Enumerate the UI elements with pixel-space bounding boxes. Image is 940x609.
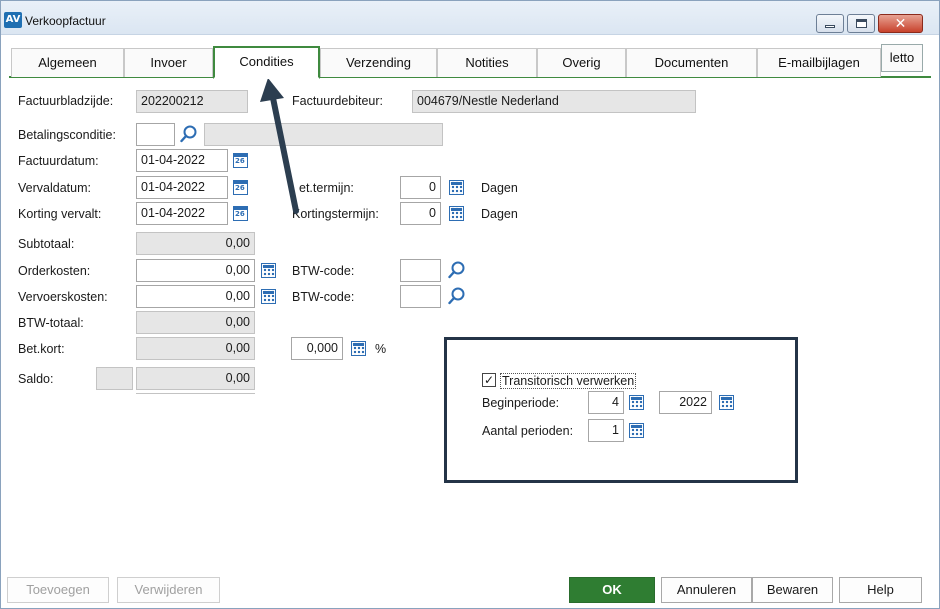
saldo-prefix-field [96,367,133,390]
btw-code-input[interactable] [400,285,441,308]
help-button[interactable]: Help [839,577,922,603]
factuurdebiteur-field: 004679/Nestle Nederland [412,90,696,113]
beginperiode-input[interactable]: 4 [588,391,624,414]
tab-condities[interactable]: Condities [213,46,320,79]
app-logo-icon: AV [4,12,22,28]
maximize-button[interactable] [847,14,875,33]
tab-overig[interactable]: Overig [537,48,626,77]
btw-code-input[interactable] [400,259,441,282]
calendar-icon[interactable]: 26 [233,206,248,221]
factuurdatum-label: Factuurdatum: [18,154,99,168]
factuurbladzijde-field: 202200212 [136,90,248,113]
kortingstermijn-unit: Dagen [481,207,518,221]
transitorisch-checkbox[interactable]: ✓ [482,373,496,387]
factuurbladzijde-label: Factuurbladzijde: [18,94,114,108]
calendar-icon[interactable]: 26 [233,153,248,168]
minimize-icon [825,25,835,28]
subtotaal-label: Subtotaal: [18,237,75,251]
calculator-icon[interactable] [351,341,366,356]
saldo-underline [136,393,255,394]
calculator-icon[interactable] [449,180,464,195]
search-icon[interactable] [448,261,466,279]
vervoerskosten-label: Vervoerskosten: [18,290,108,304]
calculator-icon[interactable] [261,263,276,278]
aantal-perioden-label: Aantal perioden: [482,424,574,438]
tab-algemeen[interactable]: Algemeen [11,48,124,77]
btw-totaal-field: 0,00 [136,311,255,334]
btw-code-label: BTW-code: [292,290,355,304]
bet-termijn-unit: Dagen [481,181,518,195]
korting-vervalt-label: Korting vervalt: [18,207,102,221]
bet-termijn-input[interactable]: 0 [400,176,441,199]
vervaldatum-label: Vervaldatum: [18,181,91,195]
tab-letto[interactable]: letto [881,44,923,72]
ok-button[interactable]: OK [569,577,655,603]
betalingsconditie-input[interactable] [136,123,175,146]
tab-notities[interactable]: Notities [437,48,537,77]
korting-vervalt-input[interactable]: 01-04-2022 [136,202,228,225]
tab-bar: Algemeen Invoer Condities Verzending Not… [1,35,939,79]
vervoerskosten-input[interactable]: 0,00 [136,285,255,308]
btw-totaal-label: BTW-totaal: [18,316,84,330]
subtotaal-field: 0,00 [136,232,255,255]
annotation-arrow [260,78,299,214]
transitorisch-label: Transitorisch verwerken [500,373,637,389]
tab-documenten[interactable]: Documenten [626,48,757,77]
calculator-icon[interactable] [629,395,644,410]
verkoopfactuur-window: AV Verkoopfactuur ✕ Algemeen Invoer Cond… [0,0,940,609]
saldo-label: Saldo: [18,372,54,386]
beginperiode-year-input[interactable]: 2022 [659,391,712,414]
calculator-icon[interactable] [629,423,644,438]
search-icon[interactable] [180,125,198,143]
saldo-field: 0,00 [136,367,255,390]
orderkosten-label: Orderkosten: [18,264,91,278]
bet-kort-percent-input[interactable]: 0,000 [291,337,343,360]
vervaldatum-input[interactable]: 01-04-2022 [136,176,228,199]
transitorisch-panel: ✓ Transitorisch verwerken Beginperiode: … [444,337,798,483]
title-bar: AV Verkoopfactuur ✕ [1,1,939,35]
aantal-perioden-input[interactable]: 1 [588,419,624,442]
kortingstermijn-input[interactable]: 0 [400,202,441,225]
maximize-icon [855,19,867,28]
calculator-icon[interactable] [719,395,734,410]
percent-unit: % [375,342,387,356]
verwijderen-button[interactable]: Verwijderen [117,577,220,603]
btw-code-label: BTW-code: [292,264,355,278]
bet-kort-field: 0,00 [136,337,255,360]
tab-verzending[interactable]: Verzending [320,48,437,77]
orderkosten-input[interactable]: 0,00 [136,259,255,282]
tab-invoer[interactable]: Invoer [124,48,213,77]
calendar-icon[interactable]: 26 [233,180,248,195]
calculator-icon[interactable] [261,289,276,304]
tab-e-mailbijlagen[interactable]: E-mailbijlagen [757,48,881,77]
annuleren-button[interactable]: Annuleren [661,577,752,603]
beginperiode-label: Beginperiode: [482,396,560,410]
close-icon: ✕ [894,15,907,32]
betalingsconditie-label: Betalingsconditie: [18,128,116,142]
search-icon[interactable] [448,287,466,305]
betalingsconditie-description [204,123,443,146]
window-title: Verkoopfactuur [25,14,106,28]
close-button[interactable]: ✕ [878,14,923,33]
minimize-button[interactable] [816,14,844,33]
toevoegen-button[interactable]: Toevoegen [7,577,109,603]
bet-kort-label: Bet.kort: [18,342,65,356]
calculator-icon[interactable] [449,206,464,221]
bewaren-button[interactable]: Bewaren [752,577,833,603]
factuurdatum-input[interactable]: 01-04-2022 [136,149,228,172]
